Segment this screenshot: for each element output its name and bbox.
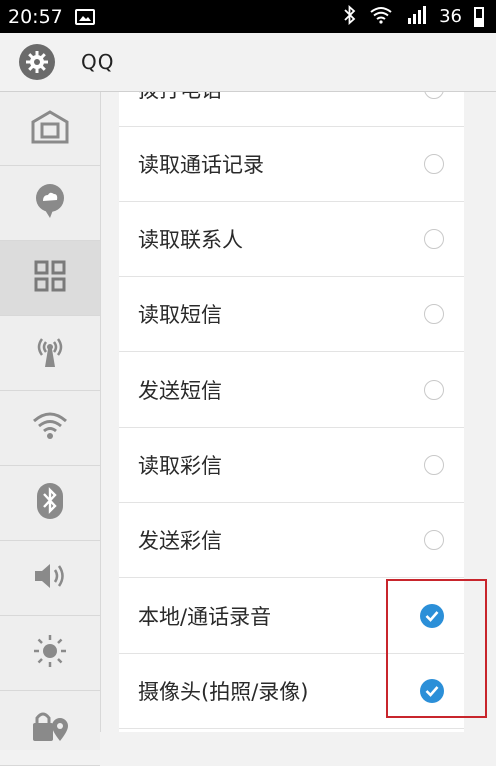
permission-radio-unchecked[interactable] [424,304,444,324]
broadcast-antenna-icon [32,333,68,373]
brightness-icon [32,633,68,673]
permission-radio-unchecked[interactable] [424,154,444,174]
battery-level: 36 [439,6,462,27]
sidebar-item-bluetooth[interactable] [0,466,100,541]
list-item[interactable]: 读取彩信 [119,428,464,503]
sidebar-item-network[interactable] [0,316,100,391]
list-item[interactable]: 发送彩信 [119,503,464,578]
list-item[interactable]: 读取短信 [119,277,464,352]
picture-icon [74,8,95,25]
location-lock-icon [31,709,69,747]
highlight-annotation-box [386,579,487,718]
permission-radio-unchecked[interactable] [424,380,444,400]
permission-label: 拨打电话 [138,92,222,104]
gear-icon[interactable] [19,44,55,80]
permission-label: 读取通话记录 [138,153,264,177]
permission-radio-unchecked[interactable] [424,530,444,550]
list-item[interactable]: 发送短信 [119,353,464,428]
sidebar-item-brightness[interactable] [0,616,100,691]
sidebar-item-cloud-chat[interactable] [0,166,100,241]
sidebar [0,92,101,766]
permission-label: 本地/通话录音 [138,605,272,629]
signal-icon [405,5,427,28]
bottom-strip [100,732,496,750]
sidebar-item-wifi[interactable] [0,391,100,466]
status-time: 20:57 [8,5,63,28]
cloud-chat-icon [33,183,67,223]
list-item[interactable]: 读取联系人 [119,202,464,277]
apps-grid-icon [34,260,66,296]
permission-radio-unchecked[interactable] [424,92,444,99]
list-item[interactable]: 读取通话记录 [119,127,464,202]
sidebar-item-location[interactable] [0,691,100,766]
permission-label: 读取联系人 [138,228,243,252]
permission-label: 摄像头(拍照/录像) [138,680,309,704]
wifi-icon [31,411,69,445]
permission-radio-unchecked[interactable] [424,229,444,249]
permission-radio-unchecked[interactable] [424,455,444,475]
battery-icon [474,6,484,27]
list-item[interactable]: 拨打电话 [119,92,464,127]
sidebar-item-apps[interactable] [0,241,100,316]
permission-label: 发送彩信 [138,529,222,553]
permission-label: 读取彩信 [138,454,222,478]
volume-icon [32,561,68,595]
wifi-icon [369,6,393,28]
sidebar-item-volume[interactable] [0,541,100,616]
app-header: QQ [0,33,496,92]
status-bar: 20:57 36 [0,0,496,33]
bluetooth-icon [36,482,64,524]
page-title: QQ [81,50,115,74]
home-icon [31,109,69,148]
permission-label: 发送短信 [138,379,222,403]
permission-label: 读取短信 [138,303,222,327]
bluetooth-icon [343,4,357,29]
sidebar-item-home[interactable] [0,92,100,166]
